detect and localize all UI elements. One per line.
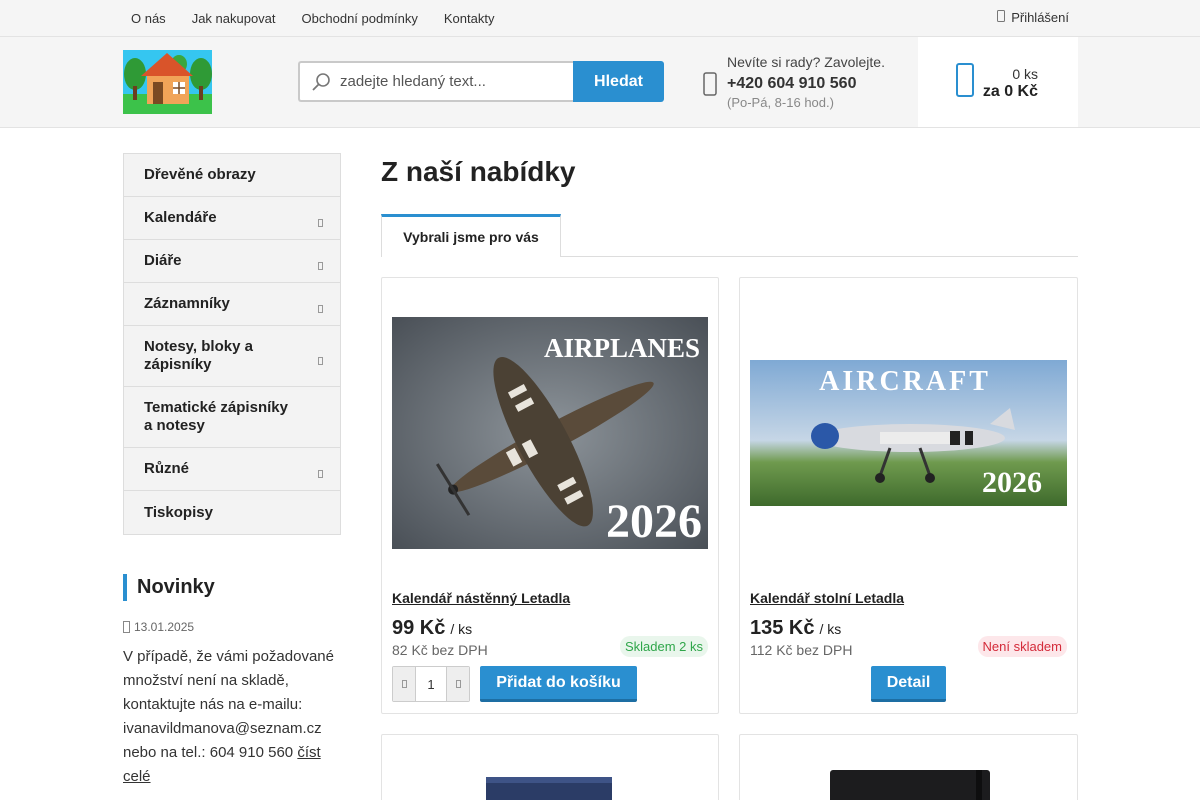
category-label: Tiskopisy (144, 503, 213, 521)
phone-icon (703, 72, 717, 96)
category-item-recorders[interactable]: Záznamníky (124, 283, 340, 326)
cart-box[interactable]: 0 ks za 0 Kč (918, 37, 1078, 127)
product-price-unit: / ks (450, 621, 473, 637)
product-image-title: AIRPLANES (544, 333, 700, 363)
quantity-stepper: 1 (392, 666, 470, 702)
add-to-cart-button[interactable]: Přidat do košíku (480, 666, 637, 702)
product-image-title: AIRCRAFT (819, 366, 991, 397)
increase-quantity-button[interactable] (447, 667, 469, 701)
login-link[interactable]: Přihlášení (997, 0, 1069, 34)
category-menu: Dřevěné obrazy Kalendáře Diáře Záznamník… (123, 153, 341, 535)
cart-icon (956, 63, 974, 97)
category-item-themed-notebooks[interactable]: Tematické zápisníky a notesy (124, 387, 340, 448)
chevron-right-icon (318, 352, 323, 365)
category-label: Notesy, bloky a zápisníky (144, 338, 253, 373)
search-field (298, 61, 573, 102)
detail-button[interactable]: Detail (871, 666, 946, 702)
search-form: Hledat (298, 61, 664, 102)
news-date: 13.01.2025 (123, 620, 194, 634)
search-button[interactable]: Hledat (573, 61, 664, 102)
stock-badge: Skladem 2 ks (619, 636, 708, 657)
category-item-notebooks[interactable]: Notesy, bloky a zápisníky (124, 326, 340, 387)
user-icon (997, 9, 1006, 25)
quantity-input[interactable]: 1 (415, 667, 447, 701)
cart-total: za 0 Kč (982, 83, 1038, 100)
header: Hledat Nevíte si rady? Zavolejte. +420 6… (0, 37, 1200, 128)
product-price: 135 Kč / ks (750, 617, 841, 640)
category-item-forms[interactable]: Tiskopisy (124, 491, 340, 534)
chevron-right-icon (318, 465, 323, 478)
product-image[interactable] (828, 768, 993, 800)
product-image-year: 2026 (982, 466, 1042, 499)
site-logo[interactable] (123, 50, 212, 114)
category-label: Tematické zápisníky a notesy (144, 399, 288, 434)
category-label: Dřevěné obrazy (144, 166, 256, 183)
news-date-text: 13.01.2025 (134, 620, 195, 634)
chevron-right-icon (318, 300, 323, 313)
product-card (739, 734, 1078, 800)
news-body: V případě, že vámi požadované množství n… (123, 645, 341, 789)
cart-quantity: 0 ks (1012, 66, 1038, 82)
product-image[interactable]: AIRPLANES 2026 (392, 317, 708, 549)
product-price-value: 135 Kč (750, 617, 815, 639)
search-icon (311, 72, 331, 92)
product-card: AIRPLANES 2026 Kalendář nástěnný Letadla… (381, 277, 719, 714)
decrease-quantity-button[interactable] (393, 667, 415, 701)
stock-badge: Není skladem (977, 636, 1067, 657)
product-price-net: 112 Kč bez DPH (750, 642, 853, 658)
category-item-calendars[interactable]: Kalendáře (124, 197, 340, 240)
product-name-link[interactable]: Kalendář nástěnný Letadla (392, 590, 570, 606)
product-price-net: 82 Kč bez DPH (392, 642, 488, 658)
product-name-link[interactable]: Kalendář stolní Letadla (750, 590, 904, 606)
top-nav: O nás Jak nakupovat Obchodní podmínky Ko… (118, 0, 507, 36)
category-item-diaries[interactable]: Diáře (124, 240, 340, 283)
category-label: Diáře (144, 252, 182, 269)
top-bar: O nás Jak nakupovat Obchodní podmínky Ko… (0, 0, 1200, 37)
category-item-wooden-pictures[interactable]: Dřevěné obrazy (124, 154, 340, 197)
product-price: 99 Kč / ks (392, 617, 472, 640)
chevron-right-icon (318, 257, 323, 270)
calendar-icon (123, 621, 130, 633)
top-link-terms[interactable]: Obchodní podmínky (289, 11, 431, 26)
category-item-misc[interactable]: Různé (124, 448, 340, 491)
category-label: Záznamníky (144, 295, 230, 312)
top-link-contacts[interactable]: Kontakty (431, 11, 508, 26)
product-price-unit: / ks (819, 621, 842, 637)
search-input[interactable] (300, 63, 573, 100)
category-label: Kalendáře (144, 209, 217, 226)
chevron-right-icon (318, 214, 323, 227)
product-image[interactable] (482, 773, 612, 800)
contact-hours: (Po-Pá, 8-16 hod.) (727, 95, 834, 110)
tab-bar: Vybrali jsme pro vás (381, 214, 1078, 257)
tab-recommended[interactable]: Vybrali jsme pro vás (381, 214, 561, 257)
contact-phone[interactable]: +420 604 910 560 (727, 75, 856, 93)
page-title: Z naší nabídky (381, 156, 576, 187)
top-link-about[interactable]: O nás (118, 11, 179, 26)
product-card: AIRCRAFT 2026 Kalendář stolní Letadla 13… (739, 277, 1078, 714)
product-price-value: 99 Kč (392, 617, 446, 639)
login-label: Přihlášení (1011, 9, 1069, 25)
top-link-how-to-buy[interactable]: Jak nakupovat (179, 11, 289, 26)
product-image-year: 2026 (606, 495, 702, 548)
category-label: Různé (144, 460, 189, 477)
product-image[interactable]: AIRCRAFT 2026 (750, 360, 1067, 506)
contact-prompt: Nevíte si rady? Zavolejte. (727, 54, 885, 70)
product-card (381, 734, 719, 800)
news-heading: Novinky (123, 574, 215, 601)
